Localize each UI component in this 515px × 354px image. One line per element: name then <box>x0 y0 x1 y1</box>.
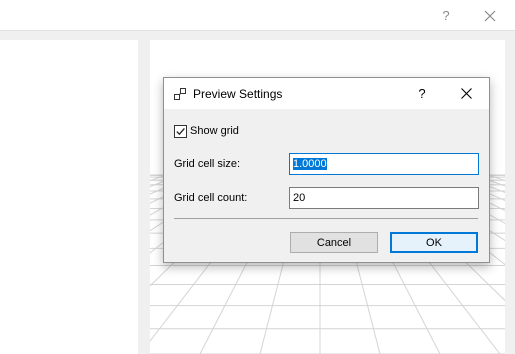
checkmark-icon <box>176 127 185 135</box>
dialog-help-button[interactable]: ? <box>408 78 436 109</box>
grid-cell-size-label: Grid cell size: <box>174 158 241 170</box>
grid-cell-size-value: 1.0000 <box>293 158 327 170</box>
show-grid-label: Show grid <box>190 125 239 137</box>
parent-help-button[interactable]: ? <box>428 0 464 31</box>
grid-cell-count-label: Grid cell count: <box>174 192 248 204</box>
grid-cell-size-input[interactable]: 1.0000 <box>289 153 479 175</box>
ok-button[interactable]: OK <box>390 232 478 253</box>
checkbox-box[interactable] <box>174 124 187 138</box>
preview-settings-dialog: Preview Settings ? Show grid Grid cell s… <box>163 77 490 263</box>
parent-right-edge <box>505 40 515 354</box>
show-grid-checkbox[interactable]: Show grid <box>174 124 239 138</box>
dialog-close-button[interactable] <box>451 78 481 109</box>
parent-toolbar-strip <box>0 31 515 40</box>
dialog-title: Preview Settings <box>193 87 283 101</box>
grid-line <box>487 174 505 182</box>
parent-left-panel <box>0 40 138 354</box>
close-icon <box>460 88 472 99</box>
dialog-separator <box>174 218 478 219</box>
grid-cell-count-value: 20 <box>293 192 306 204</box>
preview-settings-icon <box>173 87 187 101</box>
panel-splitter[interactable] <box>138 40 150 354</box>
grid-cell-count-input[interactable]: 20 <box>289 187 479 209</box>
parent-close-button[interactable] <box>472 0 508 31</box>
close-icon <box>484 10 496 21</box>
cancel-button[interactable]: Cancel <box>290 232 378 253</box>
